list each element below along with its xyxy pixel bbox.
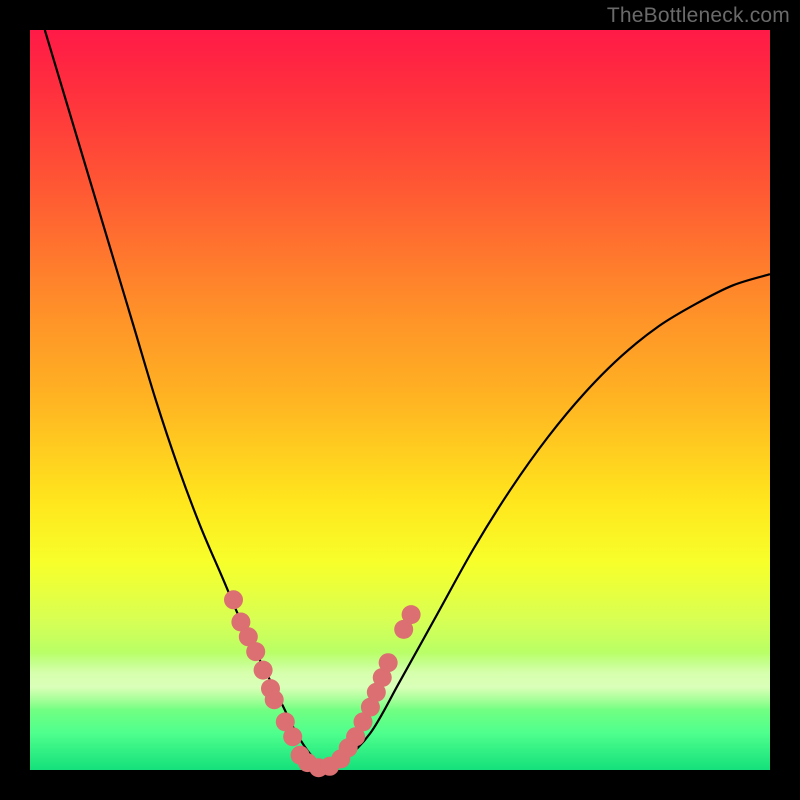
bottleneck-curve xyxy=(45,30,770,767)
watermark-text: TheBottleneck.com xyxy=(607,4,790,28)
marker-dot xyxy=(265,690,284,709)
chart-frame: TheBottleneck.com xyxy=(0,0,800,800)
plot-area xyxy=(30,30,770,770)
chart-svg xyxy=(30,30,770,770)
marker-dot xyxy=(402,605,421,624)
marker-dot xyxy=(283,727,302,746)
marker-dot xyxy=(254,661,273,680)
marker-dot xyxy=(224,590,243,609)
marker-dot xyxy=(379,653,398,672)
highlight-dots xyxy=(224,590,421,777)
marker-dot xyxy=(246,642,265,661)
